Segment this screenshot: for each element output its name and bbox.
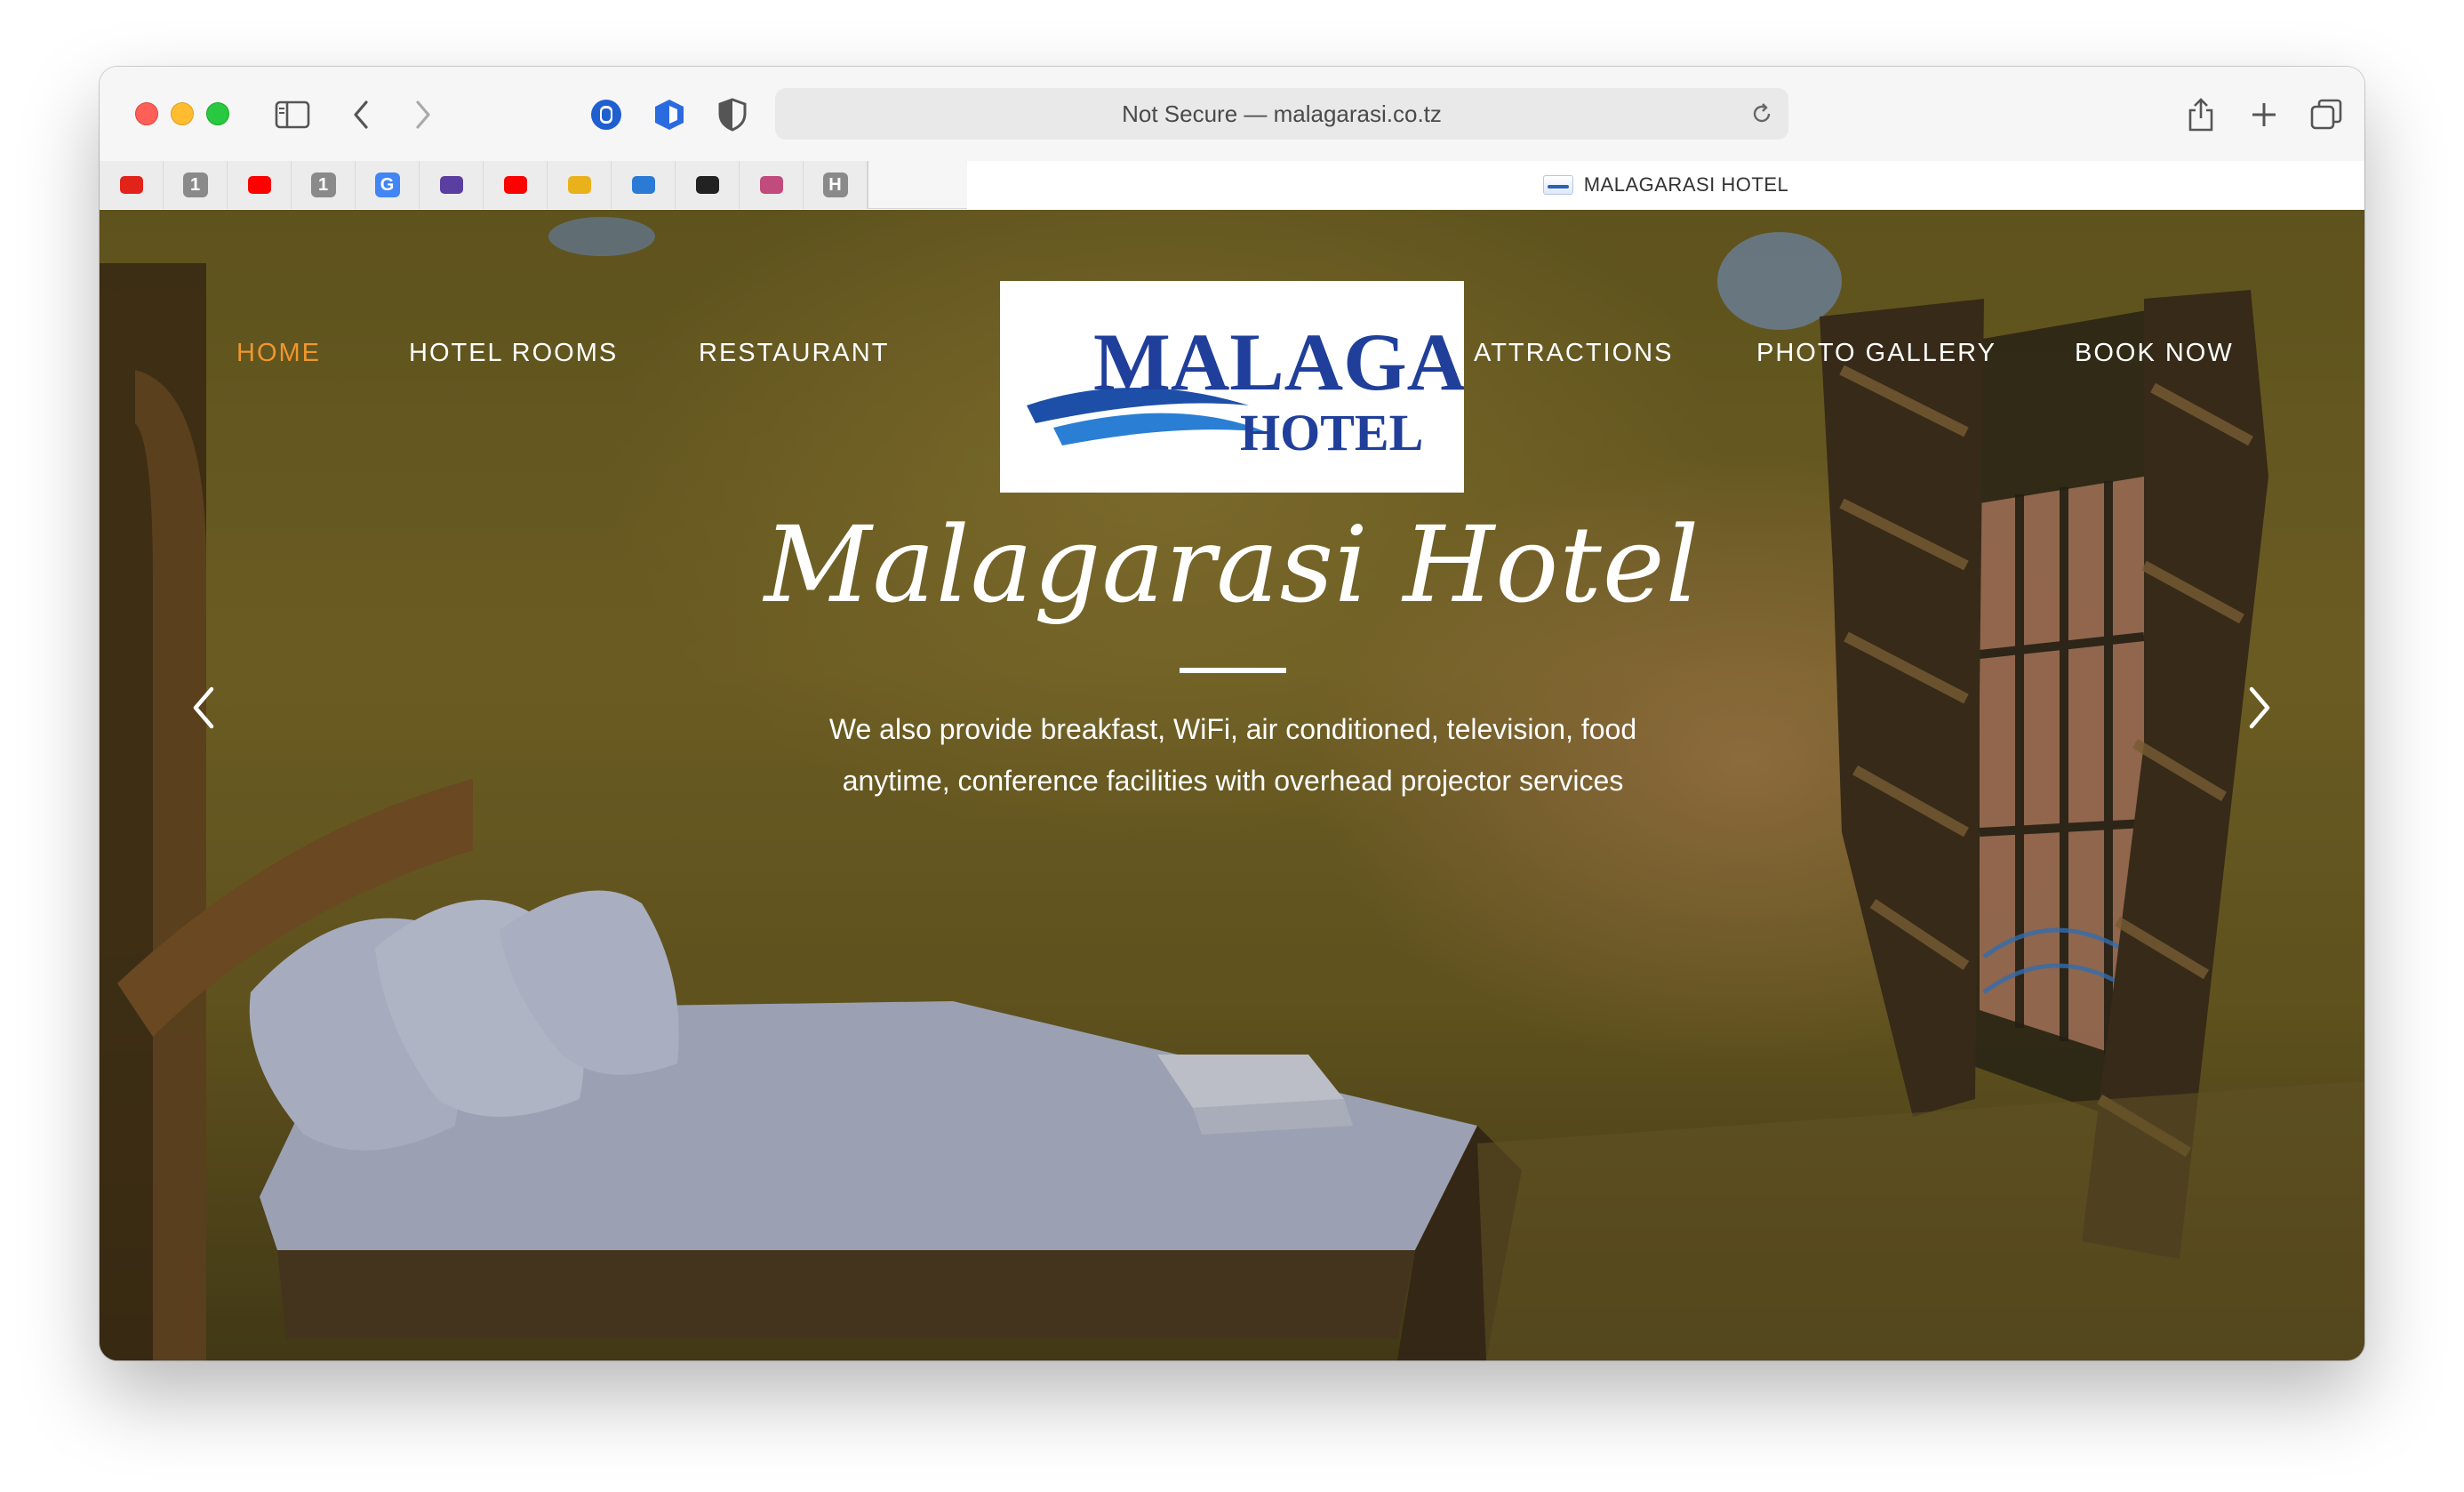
- shield-extension-icon[interactable]: [711, 93, 754, 136]
- tab-overview-icon[interactable]: [2305, 93, 2348, 136]
- slider-next-icon[interactable]: [2233, 672, 2286, 743]
- slider-prev-icon[interactable]: [177, 672, 230, 743]
- pinned-tab[interactable]: [100, 161, 164, 209]
- 1password-icon: 1: [182, 172, 208, 197]
- pinned-tab[interactable]: [612, 161, 676, 209]
- hero-slider: HOME HOTEL ROOMS RESTAURANT ATTRACTIONS …: [100, 210, 2364, 1360]
- pinned-tab[interactable]: [676, 161, 740, 209]
- active-tab[interactable]: MALAGARASI HOTEL: [967, 161, 2364, 209]
- address-text: Not Secure — malagarasi.co.tz: [1122, 100, 1442, 127]
- youtube-icon: [503, 176, 527, 194]
- 1password-icon: 1: [310, 172, 336, 197]
- pinned-tab[interactable]: 1: [292, 161, 356, 209]
- flower-icon: [759, 176, 783, 194]
- hotel-logo[interactable]: MALAGARASI HOTEL: [1000, 281, 1464, 493]
- close-window-button[interactable]: [135, 102, 158, 125]
- hero-divider: [1180, 668, 1286, 673]
- share-icon[interactable]: [2180, 93, 2222, 136]
- pinned-tab[interactable]: 1: [164, 161, 228, 209]
- back-arrow-icon[interactable]: [340, 93, 382, 136]
- tab-strip: 1 1 G H MALAGARASI HOTEL: [100, 161, 2364, 209]
- logo-line2: HOTEL: [1240, 404, 1423, 461]
- minimize-window-button[interactable]: [171, 102, 194, 125]
- reload-icon[interactable]: [1748, 100, 1776, 128]
- browser-toolbar: Not Secure — malagarasi.co.tz: [100, 67, 2364, 161]
- hotel-favicon-icon: [1542, 175, 1573, 195]
- new-tab-icon[interactable]: [2243, 93, 2285, 136]
- logo-line1: MALAGARASI: [1093, 317, 1464, 407]
- nav-photo-gallery[interactable]: PHOTO GALLERY: [1756, 339, 1996, 368]
- cube-extension-icon[interactable]: [648, 93, 691, 136]
- zoom-window-button[interactable]: [206, 102, 229, 125]
- tab-title: MALAGARASI HOTEL: [1583, 173, 1789, 196]
- youtube-icon: [247, 176, 271, 194]
- pinned-tab[interactable]: G: [356, 161, 420, 209]
- nav-home[interactable]: HOME: [236, 339, 321, 368]
- pinned-tab[interactable]: [548, 161, 612, 209]
- portrait-icon: [695, 176, 719, 194]
- browser-window: Not Secure — malagarasi.co.tz 1 1 G H MALAG…: [100, 67, 2364, 1360]
- google-icon: G: [374, 172, 400, 197]
- pinned-tab[interactable]: [484, 161, 548, 209]
- pinned-tab[interactable]: H: [804, 161, 868, 209]
- pinned-tab[interactable]: [740, 161, 804, 209]
- shield-logo-icon: [567, 176, 591, 194]
- h-letter-icon: H: [822, 172, 848, 197]
- cloud-icon: [631, 176, 655, 194]
- hero-title: Malagarasi Hotel: [764, 503, 1700, 626]
- nav-hotel-rooms[interactable]: HOTEL ROOMS: [409, 339, 618, 368]
- huawei-icon: [119, 176, 143, 194]
- hand-extension-icon[interactable]: [585, 93, 628, 136]
- nav-attractions[interactable]: ATTRACTIONS: [1474, 339, 1673, 368]
- pinned-tabs: 1 1 G H: [100, 161, 868, 209]
- hero-description: We also provide breakfast, WiFi, air con…: [828, 713, 1637, 797]
- forward-arrow-icon[interactable]: [402, 93, 444, 136]
- bars-icon: [439, 176, 463, 194]
- nav-book-now[interactable]: BOOK NOW: [2075, 339, 2234, 368]
- sidebar-toggle-icon[interactable]: [271, 93, 314, 136]
- pinned-tab[interactable]: [420, 161, 484, 209]
- pinned-tab[interactable]: [228, 161, 292, 209]
- nav-restaurant[interactable]: RESTAURANT: [699, 339, 889, 368]
- address-bar[interactable]: Not Secure — malagarasi.co.tz: [775, 88, 1788, 140]
